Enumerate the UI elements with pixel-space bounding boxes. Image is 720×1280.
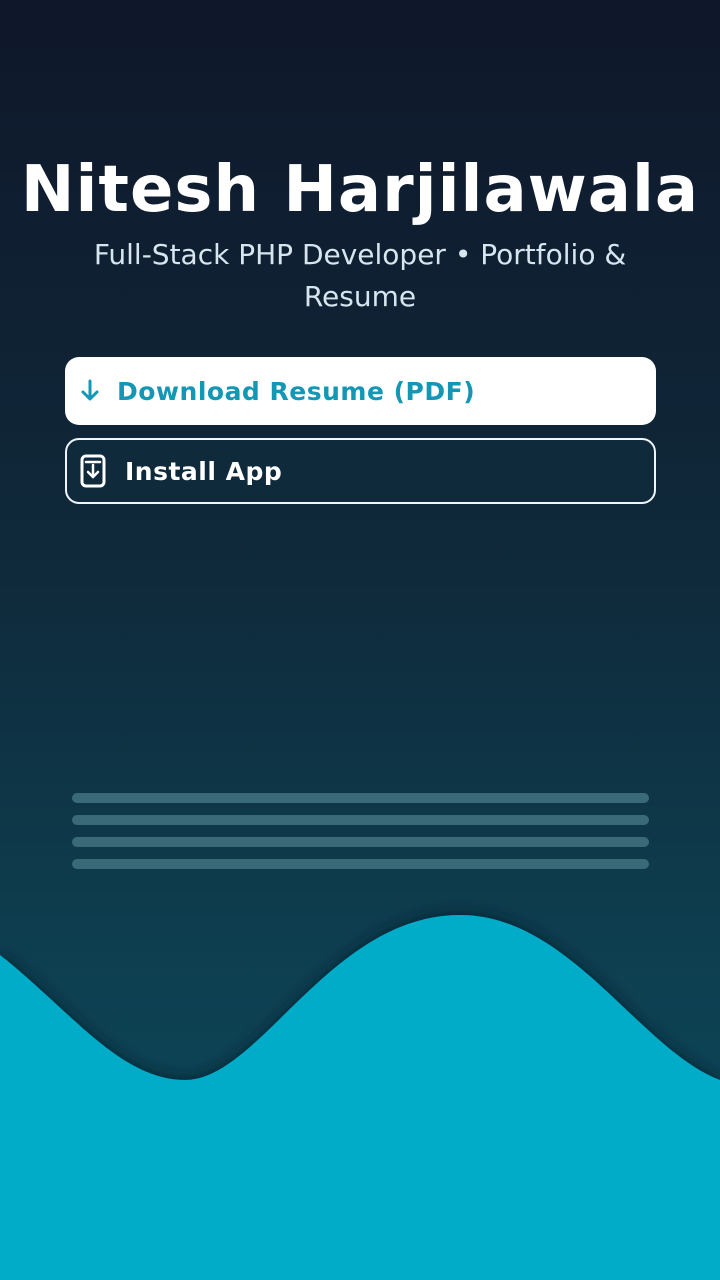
placeholder-line [72, 859, 649, 869]
download-resume-button[interactable]: Download Resume (PDF) [65, 357, 656, 425]
download-resume-label: Download Resume (PDF) [117, 376, 476, 406]
wave-decoration [0, 915, 720, 1280]
profile-name: Nitesh Harjilawala [20, 153, 700, 227]
hero-header: Nitesh Harjilawala Full-Stack PHP Develo… [0, 150, 720, 318]
install-app-label: Install App [125, 456, 283, 486]
arrow-down-icon [75, 376, 105, 406]
placeholder-lines [72, 793, 649, 881]
placeholder-line [72, 815, 649, 825]
action-buttons: Download Resume (PDF) Install App [65, 357, 656, 504]
install-app-icon [78, 454, 108, 488]
profile-subtitle: Full-Stack PHP Developer • Portfolio & R… [93, 238, 627, 313]
placeholder-line [72, 837, 649, 847]
install-app-button[interactable]: Install App [65, 438, 656, 504]
placeholder-line [72, 793, 649, 803]
